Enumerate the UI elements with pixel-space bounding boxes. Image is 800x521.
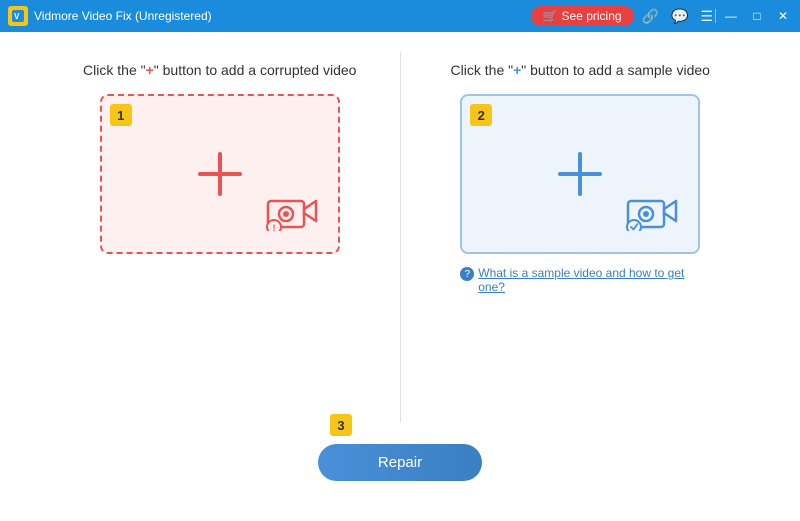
corrupted-video-drop-zone[interactable]: 1 ! bbox=[100, 94, 340, 254]
help-link[interactable]: ? What is a sample video and how to get … bbox=[460, 266, 700, 294]
app-title: Vidmore Video Fix (Unregistered) bbox=[34, 9, 531, 23]
app-logo: V bbox=[8, 6, 28, 26]
see-pricing-button[interactable]: 🛒 See pricing bbox=[531, 6, 634, 26]
svg-text:!: ! bbox=[272, 223, 275, 231]
add-corrupted-icon bbox=[190, 144, 250, 204]
main-content: Click the "+" button to add a corrupted … bbox=[0, 32, 800, 521]
left-plus-highlight: + bbox=[146, 62, 154, 78]
title-bar: V Vidmore Video Fix (Unregistered) 🛒 See… bbox=[0, 0, 800, 32]
cart-icon: 🛒 bbox=[543, 9, 558, 23]
add-sample-icon bbox=[550, 144, 610, 204]
link-icon[interactable]: 🔗 bbox=[642, 8, 659, 25]
right-panel-title: Click the "+" button to add a sample vid… bbox=[451, 62, 710, 78]
minimize-button[interactable]: — bbox=[722, 7, 740, 25]
corrupted-camera-icon: ! bbox=[266, 191, 318, 236]
right-panel: Click the "+" button to add a sample vid… bbox=[401, 52, 761, 422]
help-circle-icon: ? bbox=[460, 267, 474, 281]
menu-icon[interactable]: ☰ bbox=[700, 8, 713, 25]
left-panel: Click the "+" button to add a corrupted … bbox=[40, 52, 400, 422]
svg-text:V: V bbox=[14, 12, 20, 21]
help-link-text: What is a sample video and how to get on… bbox=[478, 266, 700, 294]
badge-3: 3 bbox=[330, 414, 352, 436]
badge-2: 2 bbox=[470, 104, 492, 126]
left-panel-title: Click the "+" button to add a corrupted … bbox=[83, 62, 356, 78]
repair-button[interactable]: Repair bbox=[318, 444, 482, 481]
pricing-label: See pricing bbox=[562, 9, 622, 23]
close-button[interactable]: ✕ bbox=[774, 7, 792, 25]
window-controls: — □ ✕ bbox=[722, 7, 792, 25]
panels-container: Click the "+" button to add a corrupted … bbox=[40, 52, 760, 422]
badge-1: 1 bbox=[110, 104, 132, 126]
toolbar-icons: 🔗 💬 ☰ bbox=[642, 8, 713, 25]
chat-icon[interactable]: 💬 bbox=[671, 8, 688, 25]
bottom-section: 3 Repair bbox=[318, 422, 482, 501]
title-divider bbox=[715, 9, 716, 23]
sample-camera-icon bbox=[626, 191, 678, 236]
right-plus-highlight: + bbox=[513, 62, 521, 78]
maximize-button[interactable]: □ bbox=[748, 7, 766, 25]
sample-video-drop-zone[interactable]: 2 bbox=[460, 94, 700, 254]
